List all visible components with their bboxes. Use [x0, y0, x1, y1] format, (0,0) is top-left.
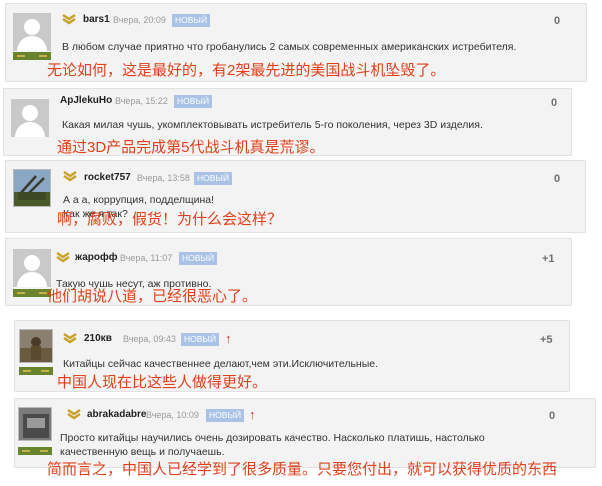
username[interactable]: 210кв	[84, 333, 112, 344]
username[interactable]: bars1	[83, 14, 110, 25]
comment-score: 0	[551, 97, 558, 109]
new-badge: НОВЫЙ	[172, 14, 211, 27]
avatar[interactable]	[13, 13, 51, 51]
translation-text: 中国人现在比这些人做得更好。	[57, 374, 268, 391]
comment-score: 0	[554, 15, 561, 27]
timestamp: Вчера, 15:22	[115, 96, 168, 106]
comment-score: +1	[542, 253, 555, 265]
new-badge: НОВЫЙ	[206, 409, 245, 422]
new-badge: НОВЫЙ	[174, 95, 213, 108]
rank-insignia	[13, 289, 51, 297]
timestamp: Вчера, 20:09	[113, 15, 166, 25]
rank-insignia	[18, 447, 52, 455]
timestamp: Вчера, 10:09	[146, 410, 199, 420]
comment-text: Просто китайцы научились очень дозироват…	[60, 432, 485, 458]
rank-chevron-icon	[63, 333, 77, 344]
comment-text: Китайцы сейчас качественнее делают,чем э…	[63, 358, 379, 370]
rank-chevron-icon	[67, 409, 81, 420]
avatar[interactable]	[13, 249, 51, 287]
avatar[interactable]	[19, 329, 53, 363]
rank-chevron-icon	[56, 252, 70, 263]
new-badge: НОВЫЙ	[181, 333, 220, 346]
avatar[interactable]	[18, 407, 52, 441]
rank-insignia	[19, 367, 53, 375]
rank-insignia	[13, 52, 51, 60]
username[interactable]: rocket757	[84, 172, 131, 183]
translation-text: 啊，腐败，假货！为什么会这样？	[57, 211, 283, 228]
translation-text: 通过3D产品完成第5代战斗机真是荒谬。	[57, 139, 325, 156]
rank-chevron-icon	[62, 14, 76, 25]
comment-text: А а а, коррупция, подделщина!	[63, 194, 215, 206]
username[interactable]: жарофф	[75, 252, 118, 263]
translation-text: 简而言之，中国人已经学到了很多质量。只要您付出，就可以获得优质的东西	[47, 461, 558, 478]
translation-text: 他们胡说八道，已经很恶心了。	[47, 288, 258, 305]
avatar[interactable]	[11, 99, 49, 137]
new-badge: НОВЫЙ	[194, 172, 233, 185]
timestamp: Вчера, 11:07	[120, 253, 173, 263]
upvote-arrow-icon[interactable]: ↑	[249, 408, 256, 421]
upvote-arrow-icon[interactable]: ↑	[225, 332, 232, 345]
comment-card: abrakadabre Вчера, 10:09 НОВЫЙ ↑ 0 Прост…	[14, 398, 596, 468]
timestamp: Вчера, 09:43	[123, 334, 176, 344]
username[interactable]: abrakadabre	[87, 409, 146, 420]
username[interactable]: ApJlekuHo	[60, 95, 112, 106]
timestamp: Вчера, 13:58	[137, 173, 190, 183]
rank-chevron-icon	[63, 171, 77, 182]
avatar[interactable]	[13, 169, 51, 207]
comment-text: Какая милая чушь, укомплектовывать истре…	[62, 119, 483, 131]
comment-score: 0	[549, 410, 556, 422]
translation-text: 无论如何，这是最好的，有2架最先进的美国战斗机坠毁了。	[47, 62, 446, 79]
new-badge: НОВЫЙ	[179, 252, 218, 265]
comment-score: 0	[554, 173, 561, 185]
comment-score: +5	[540, 334, 553, 346]
comment-text: В любом случае приятно что гробанулись 2…	[62, 41, 517, 53]
